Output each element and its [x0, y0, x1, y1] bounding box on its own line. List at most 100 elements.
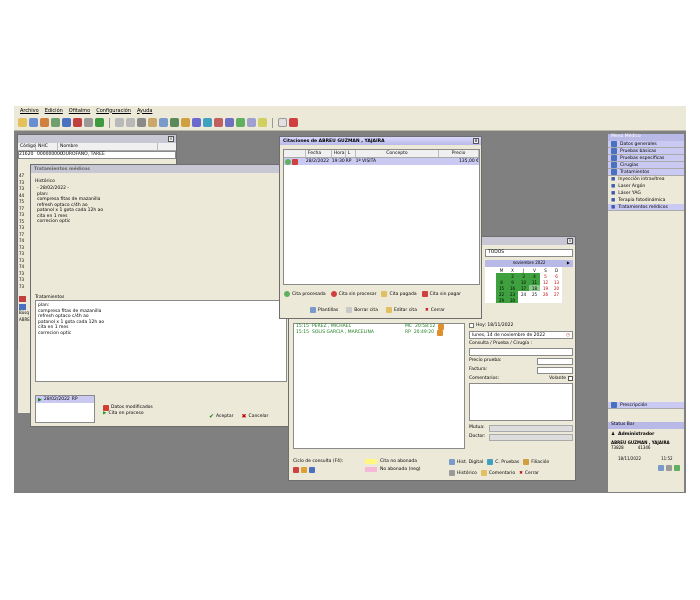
hist-digital-button[interactable]: Hist. Digital	[449, 459, 483, 465]
menu-archivo[interactable]: Archivo	[20, 108, 39, 114]
cycle-icon[interactable]	[309, 467, 315, 473]
tratamientos-icon	[611, 169, 617, 175]
chart-icon[interactable]	[170, 118, 179, 127]
close-icon[interactable]: ×	[473, 138, 479, 144]
monitor-icon[interactable]	[658, 465, 664, 471]
report-icon[interactable]	[159, 118, 168, 127]
calendar-day[interactable]	[518, 297, 529, 303]
col-concepto[interactable]: Concepto	[356, 150, 440, 157]
col-nhc[interactable]: NHC	[36, 143, 58, 150]
volante-option[interactable]: Volante	[549, 376, 573, 381]
cita-row[interactable]: 28/2/2022 19:30 RP 1ª VISITA 135,00 €	[284, 158, 479, 165]
precio-label: Precio prueba:	[469, 358, 502, 363]
hoy-checkbox[interactable]	[469, 323, 474, 328]
nav-tratamientos-medicos[interactable]: ■ Tratamientos médicos	[608, 204, 684, 211]
globe-icon[interactable]	[203, 118, 212, 127]
nav-tratamientos[interactable]: Tratamientos	[608, 169, 684, 176]
cerrar-citas-button[interactable]: ✖ Cerrar	[425, 307, 445, 313]
print-icon[interactable]	[137, 118, 146, 127]
tratamientos-text[interactable]: plan: compresa fitas de mazanilla refres…	[35, 300, 287, 382]
plantillas-button[interactable]: Plantillas	[310, 307, 338, 313]
calendar-day[interactable]	[551, 297, 562, 303]
network-icon[interactable]	[674, 465, 680, 471]
cycle-icon[interactable]	[301, 467, 307, 473]
col-l[interactable]: L	[346, 150, 356, 157]
historico-text[interactable]: - 28/02/2022 - plan: compresa fitas de m…	[35, 184, 287, 276]
comentarios-textarea[interactable]	[469, 383, 573, 421]
agenda-icon[interactable]	[62, 118, 71, 127]
date-field[interactable]: lunes, 14 de noviembre de 2022 ◷	[469, 331, 573, 339]
money-icon[interactable]	[181, 118, 190, 127]
appointment-row[interactable]: 15:15 SOLIS GARCIA , MARCELINA RP 20:49:…	[294, 330, 464, 336]
pruebas-button[interactable]: C. Pruebas	[487, 459, 519, 465]
calendar-day[interactable]: 30	[507, 297, 518, 303]
note-icon[interactable]	[258, 118, 267, 127]
cirugias-icon	[611, 162, 617, 168]
nav-pruebas-basicas[interactable]: Pruebas básicas	[608, 148, 684, 155]
stats-icon[interactable]	[192, 118, 201, 127]
menu-oftalmo[interactable]: Ofitalmo	[69, 108, 90, 114]
menu-configuracion[interactable]: Configuración	[96, 108, 131, 114]
nav-laser-argon[interactable]: ■ Laser Argón	[608, 183, 684, 190]
delete-icon[interactable]	[19, 296, 26, 302]
grid-icon[interactable]	[247, 118, 256, 127]
folder-icon[interactable]	[148, 118, 157, 127]
col-precio[interactable]: Precio	[439, 150, 479, 157]
nav-pruebas-especificas[interactable]: Pruebas específicas	[608, 155, 684, 162]
nav-laser-yag[interactable]: ■ Láser YAG	[608, 190, 684, 197]
mutua-field[interactable]	[489, 425, 573, 432]
back-icon[interactable]	[115, 118, 124, 127]
users-icon[interactable]	[40, 118, 49, 127]
nav-datos-generales[interactable]: Datos generales	[608, 141, 684, 148]
close-icon[interactable]: ×	[168, 136, 174, 142]
calendar-icon[interactable]	[51, 118, 60, 127]
forward-icon[interactable]	[126, 118, 135, 127]
menu-ayuda[interactable]: Ayuda	[137, 108, 152, 114]
calendar-day[interactable]: 29	[496, 297, 507, 303]
nav-inyeccion[interactable]: ■ Inyección intravítrea	[608, 176, 684, 183]
agenda-close-button[interactable]: ✖ Cerrar	[519, 470, 539, 476]
doctor-field[interactable]	[489, 434, 573, 441]
editar-cita-button[interactable]: Editar cita	[385, 307, 417, 313]
filter-select[interactable]: TODOS	[485, 249, 573, 257]
entry-row[interactable]: ▶ 28/02/2022 RP	[36, 396, 94, 403]
open-icon[interactable]	[18, 118, 27, 127]
settings-icon[interactable]	[666, 465, 672, 471]
accept-button[interactable]: ✔ Aceptar	[209, 413, 234, 420]
precio-input[interactable]	[537, 358, 573, 365]
cancel-button[interactable]: ✖ Cancelar	[242, 413, 269, 420]
col-hora[interactable]: Hora	[332, 150, 346, 157]
consulta-field[interactable]	[469, 348, 573, 356]
borrar-cita-button[interactable]: Borrar cita	[346, 307, 378, 313]
nav-prescripcion[interactable]: Prescripción	[608, 402, 684, 409]
cycle-icon[interactable]	[293, 467, 299, 473]
col-fecha[interactable]: Fecha	[306, 150, 332, 157]
nav-terapia[interactable]: ■ Terapia fotodinámica	[608, 197, 684, 204]
comentario-button[interactable]: Comentario	[480, 470, 515, 476]
refresh-icon[interactable]	[95, 118, 104, 127]
close-session-icon[interactable]	[73, 118, 82, 127]
help-icon[interactable]	[278, 118, 287, 127]
col-codigo[interactable]: Código	[18, 143, 36, 150]
exit-icon[interactable]	[289, 118, 298, 127]
close-icon[interactable]: ×	[567, 238, 573, 244]
document-icon[interactable]	[84, 118, 93, 127]
nav-cirugias[interactable]: Cirugías	[608, 162, 684, 169]
patient-icon[interactable]	[29, 118, 38, 127]
clock-icon[interactable]: ◷	[566, 333, 570, 338]
col-nombre[interactable]: Nombre	[58, 143, 158, 150]
menu-edicion[interactable]: Edición	[45, 108, 63, 114]
role-row: ♟ Administrador	[608, 429, 684, 440]
list-icon[interactable]	[236, 118, 245, 127]
filiacion-button[interactable]: Filiación	[523, 459, 549, 465]
calendar-day[interactable]	[540, 297, 551, 303]
calendar-day[interactable]	[529, 297, 540, 303]
historico-button[interactable]: Histórico	[449, 470, 477, 476]
factura-input[interactable]	[537, 367, 573, 374]
chevron-right-icon[interactable]: ▶	[567, 260, 570, 265]
tools-icon[interactable]	[214, 118, 223, 127]
book-icon[interactable]	[225, 118, 234, 127]
patient-row-selected[interactable]: 21620 000000000 - OUROFANO, TAREE	[18, 151, 176, 159]
volante-checkbox[interactable]	[568, 376, 573, 381]
status-datetime: 18/11/2022 11:52	[608, 450, 684, 461]
